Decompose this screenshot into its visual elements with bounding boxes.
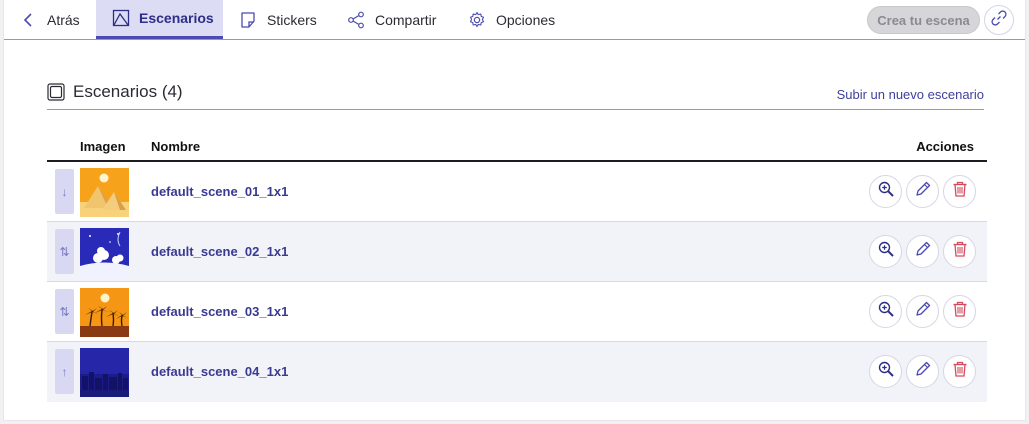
table-row: ⇅ default_scene_03_1x1 [47, 282, 987, 342]
gear-icon [467, 10, 487, 30]
top-nav: Atrás Escenarios Stickers Compartir Opci [4, 0, 1025, 40]
tab-opciones[interactable]: Opciones [467, 0, 555, 39]
pencil-icon [914, 360, 932, 383]
edit-button[interactable] [906, 175, 939, 208]
scene-name-link[interactable]: default_scene_04_1x1 [151, 364, 288, 379]
section-header: Escenarios (4) Subir un nuevo escenario [47, 82, 984, 110]
row-actions [869, 175, 976, 208]
tab-escenarios[interactable]: Escenarios [96, 0, 223, 39]
pencil-icon [914, 180, 932, 203]
tab-label: Opciones [496, 11, 556, 28]
scene-thumbnail [80, 228, 129, 277]
scene-thumbnail [80, 288, 129, 337]
scene-thumbnail [80, 348, 129, 397]
chevron-left-icon [18, 10, 38, 30]
edit-button[interactable] [906, 235, 939, 268]
tab-compartir[interactable]: Compartir [346, 0, 436, 39]
app-frame: Atrás Escenarios Stickers Compartir Opci [3, 0, 1026, 421]
delete-button[interactable] [943, 355, 976, 388]
table-row: ↑ default_scene_04_1x1 [47, 342, 987, 402]
drag-handle[interactable]: ⇅ [55, 229, 74, 274]
link-icon [990, 9, 1008, 32]
sticker-icon [238, 10, 258, 30]
row-actions [869, 295, 976, 328]
zoom-icon [877, 180, 895, 203]
pencil-icon [914, 240, 932, 263]
view-button[interactable] [869, 295, 902, 328]
scenes-frame-icon [47, 83, 65, 101]
zoom-icon [877, 360, 895, 383]
delete-button[interactable] [943, 295, 976, 328]
drag-handle[interactable]: ↑ [55, 349, 74, 394]
drag-handle[interactable]: ↓ [55, 169, 74, 214]
scene-icon [112, 8, 130, 28]
header-name: Nombre [151, 139, 201, 154]
back-button[interactable]: Atrás [18, 0, 80, 39]
share-icon [346, 10, 366, 30]
edit-button[interactable] [906, 295, 939, 328]
tab-label: Compartir [375, 11, 437, 28]
create-scene-button[interactable]: Crea tu escena [867, 6, 980, 34]
view-button[interactable] [869, 235, 902, 268]
header-actions: Acciones [916, 139, 974, 154]
zoom-icon [877, 300, 895, 323]
copy-link-button[interactable] [984, 5, 1014, 35]
drag-handle[interactable]: ⇅ [55, 289, 74, 334]
tab-label: Stickers [267, 11, 317, 28]
section-title-text: Escenarios (4) [73, 82, 183, 101]
tab-stickers[interactable]: Stickers [238, 0, 317, 39]
delete-button[interactable] [943, 175, 976, 208]
tab-label: Escenarios [139, 10, 214, 26]
upload-scene-link[interactable]: Subir un nuevo escenario [837, 87, 984, 102]
scene-name-link[interactable]: default_scene_01_1x1 [151, 184, 288, 199]
header-image: Imagen [80, 139, 126, 154]
trash-icon [951, 180, 969, 203]
view-button[interactable] [869, 355, 902, 388]
scene-thumbnail [80, 168, 129, 217]
page-title: Escenarios (4) [47, 82, 183, 102]
edit-button[interactable] [906, 355, 939, 388]
row-actions [869, 355, 976, 388]
scene-name-link[interactable]: default_scene_03_1x1 [151, 304, 288, 319]
table-row: ⇅ default_scene_02_1x1 [47, 222, 987, 282]
trash-icon [951, 240, 969, 263]
view-button[interactable] [869, 175, 902, 208]
table-row: ↓ default_scene_01_1x1 [47, 162, 987, 222]
row-actions [869, 235, 976, 268]
zoom-icon [877, 240, 895, 263]
delete-button[interactable] [943, 235, 976, 268]
scenes-table: Imagen Nombre Acciones ↓ default_scene_0… [47, 132, 987, 402]
trash-icon [951, 300, 969, 323]
trash-icon [951, 360, 969, 383]
scene-name-link[interactable]: default_scene_02_1x1 [151, 244, 288, 259]
pencil-icon [914, 300, 932, 323]
table-header: Imagen Nombre Acciones [47, 132, 987, 162]
back-label: Atrás [47, 11, 80, 28]
